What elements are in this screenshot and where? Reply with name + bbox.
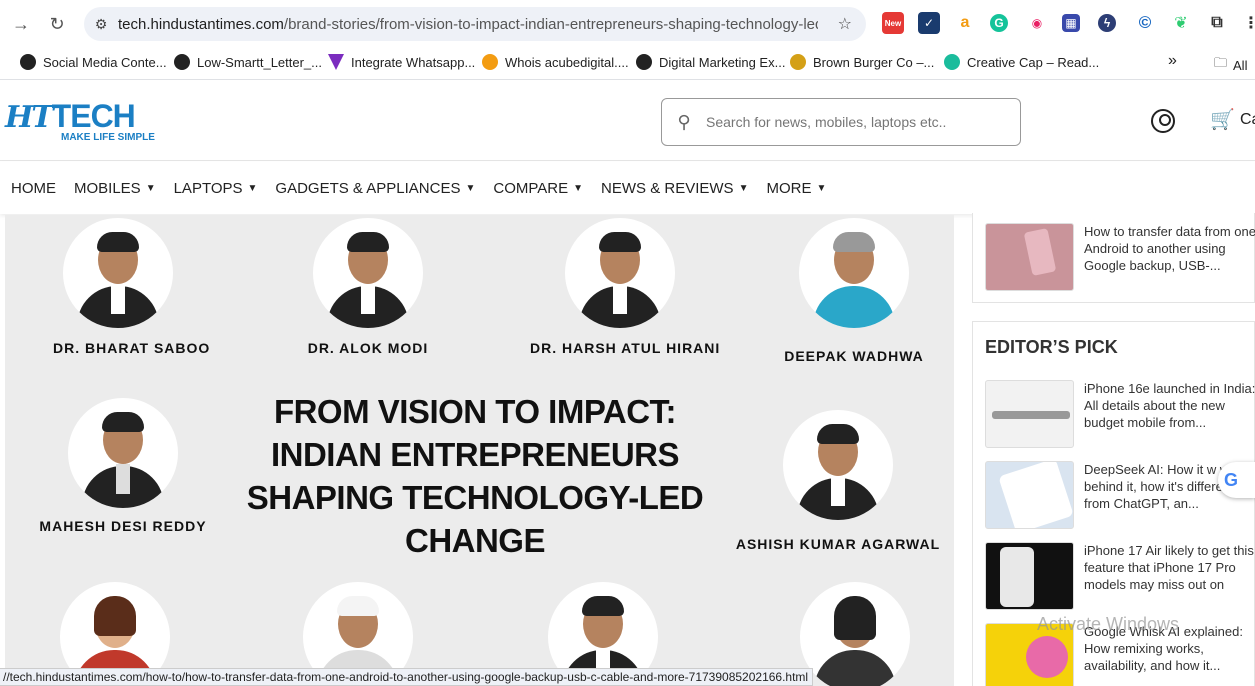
url-text[interactable]: tech.hindustantimes.com/brand-stories/fr…: [118, 16, 818, 33]
person-name: DR. ALOK MODI: [307, 340, 429, 356]
nav-item-laptops[interactable]: LAPTOPS ▼: [174, 180, 258, 197]
grid-extension-icon[interactable]: ▦: [1062, 14, 1080, 32]
story-thumbnail[interactable]: [985, 461, 1074, 529]
bookmark-item[interactable]: Whois acubedigital....: [482, 54, 629, 70]
bookmark-item[interactable]: Digital Marketing Ex...: [636, 54, 785, 70]
activate-windows-watermark: Activate Windows: [1037, 614, 1180, 634]
bookmark-item[interactable]: Creative Cap – Read...: [944, 54, 1099, 70]
nav-item-compare[interactable]: COMPARE ▼: [493, 180, 583, 197]
grammarly-extension-icon[interactable]: G: [990, 14, 1008, 32]
caret-down-icon: ▼: [247, 182, 258, 194]
site-search[interactable]: ⚲: [661, 98, 1021, 146]
story-link[interactable]: iPhone 17 Air likely to get this feature…: [985, 542, 1255, 610]
story-link[interactable]: DeepSeek AI: How it w who’s behind it, h…: [985, 461, 1255, 529]
cart-icon[interactable]: 🛒: [1210, 107, 1235, 132]
person-card: DR. ALOK MODI: [303, 218, 433, 356]
ht-tech-logo[interactable]: HTTECH MAKE LIFE SIMPLE: [5, 98, 155, 143]
hero-title: FROM VISION TO IMPACT: INDIAN ENTREPRENE…: [185, 390, 765, 562]
amazon-extension-icon[interactable]: a: [954, 12, 976, 34]
google-g-icon[interactable]: G: [1218, 462, 1255, 498]
hero-title-line: FROM VISION TO IMPACT:: [273, 393, 677, 430]
nav-item-news-reviews[interactable]: NEWS & REVIEWS ▼: [601, 180, 748, 197]
nav-item-mobiles[interactable]: MOBILES ▼: [74, 180, 156, 197]
story-link[interactable]: How to transfer data from one Android to…: [985, 223, 1255, 291]
person-photo: [783, 410, 893, 520]
person-photo: [565, 218, 675, 328]
person-card: DR. BHARAT SABOO: [53, 218, 211, 356]
hero-title-line: SHAPING TECHNOLOGY-LED: [246, 479, 704, 516]
story-title[interactable]: iPhone 17 Air likely to get this feature…: [1084, 542, 1255, 594]
extensions-puzzle-icon[interactable]: ⧉: [1206, 12, 1228, 34]
menu-dots-icon[interactable]: ⋮: [1240, 12, 1255, 34]
folder-icon: 🗀: [1214, 55, 1228, 70]
person-name: DR. HARSH ATUL HIRANI: [530, 340, 721, 356]
reload-icon[interactable]: ↻: [41, 8, 73, 40]
story-title[interactable]: How to transfer data from one Android to…: [1084, 223, 1255, 275]
address-bar[interactable]: ⚙ tech.hindustantimes.com/brand-stories/…: [84, 7, 866, 41]
bookmark-favicon-icon: [174, 54, 190, 70]
bookmark-favicon-icon: [20, 54, 36, 70]
bookmark-item[interactable]: Brown Burger Co –...: [790, 54, 934, 70]
bookmarks-bar: Social Media Conte... Low-Smartt_Letter_…: [0, 48, 1255, 80]
caret-down-icon: ▼: [573, 182, 584, 194]
site-settings-icon[interactable]: ⚙: [84, 16, 118, 33]
person-photo: [63, 218, 173, 328]
cart-label[interactable]: Ca: [1240, 111, 1255, 129]
bookmarks-overflow-button[interactable]: »: [1168, 52, 1177, 70]
bookmark-favicon-icon: [328, 54, 344, 70]
bookmark-item[interactable]: Integrate Whatsapp...: [328, 54, 475, 70]
caret-down-icon: ▼: [738, 182, 749, 194]
browser-toolbar: → ↻ ⚙ tech.hindustantimes.com/brand-stor…: [0, 0, 1255, 48]
story-link[interactable]: iPhone 16e launched in India: All detail…: [985, 380, 1255, 448]
nav-item-home[interactable]: HOME: [11, 180, 56, 197]
search-input[interactable]: [706, 114, 1006, 130]
broadcast-extension-icon[interactable]: ◉: [1026, 12, 1048, 34]
hero-title-line: CHANGE: [404, 522, 546, 559]
bookmark-item[interactable]: Low-Smartt_Letter_...: [174, 54, 322, 70]
link-status-bar: //tech.hindustantimes.com/how-to/how-to-…: [0, 668, 814, 686]
logo-tagline: MAKE LIFE SIMPLE: [61, 132, 155, 143]
caret-down-icon: ▼: [465, 182, 476, 194]
nav-item-gadgets[interactable]: GADGETS & APPLIANCES ▼: [275, 180, 475, 197]
all-bookmarks-button[interactable]: 🗀 All: [1214, 54, 1247, 76]
person-photo: [313, 218, 423, 328]
checkmark-extension-icon[interactable]: ✓: [918, 12, 940, 34]
bookmark-favicon-icon: [944, 54, 960, 70]
nav-item-more[interactable]: MORE ▼: [766, 180, 826, 197]
person-card: DR. HARSH ATUL HIRANI: [530, 218, 721, 356]
person-photo: [68, 398, 178, 508]
related-story-card: How to transfer data from one Android to…: [972, 213, 1255, 303]
bookmark-item[interactable]: Social Media Conte...: [20, 54, 167, 70]
person-name: DR. BHARAT SABOO: [53, 340, 211, 356]
caret-down-icon: ▼: [145, 182, 156, 194]
user-account-icon[interactable]: [1151, 109, 1175, 133]
hero-banner-image[interactable]: DR. BHARAT SABOO DR. ALOK MODI DR. HARSH…: [5, 215, 954, 686]
person-card: DEEPAK WADHWA: [774, 218, 934, 364]
person-photo: [800, 582, 910, 686]
bookmark-favicon-icon: [636, 54, 652, 70]
main-nav: HOME MOBILES ▼ LAPTOPS ▼ GADGETS & APPLIAN…: [0, 162, 1255, 214]
story-title[interactable]: iPhone 16e launched in India: All detail…: [1084, 380, 1255, 432]
story-thumbnail[interactable]: [985, 223, 1074, 291]
bolt-extension-icon[interactable]: ϟ: [1098, 14, 1116, 32]
news-extension-icon[interactable]: New: [882, 12, 904, 34]
editors-pick-heading: EDITOR’S PICK: [985, 337, 1118, 357]
leaf-extension-icon[interactable]: ❦: [1170, 12, 1192, 34]
story-thumbnail[interactable]: [985, 380, 1074, 448]
bookmark-star-icon[interactable]: ☆: [838, 14, 852, 34]
bookmark-favicon-icon: [482, 54, 498, 70]
search-icon: ⚲: [677, 111, 691, 132]
person-name: DEEPAK WADHWA: [784, 348, 924, 364]
story-thumbnail[interactable]: [985, 542, 1074, 610]
forward-icon[interactable]: →: [5, 8, 37, 40]
copyright-extension-icon[interactable]: ©: [1134, 12, 1156, 34]
person-photo: [799, 218, 909, 328]
hero-title-line: INDIAN ENTREPRENEURS: [270, 436, 680, 473]
caret-down-icon: ▼: [816, 182, 827, 194]
site-header: HTTECH MAKE LIFE SIMPLE ⚲ 🛒 Ca: [0, 81, 1255, 161]
bookmark-favicon-icon: [790, 54, 806, 70]
